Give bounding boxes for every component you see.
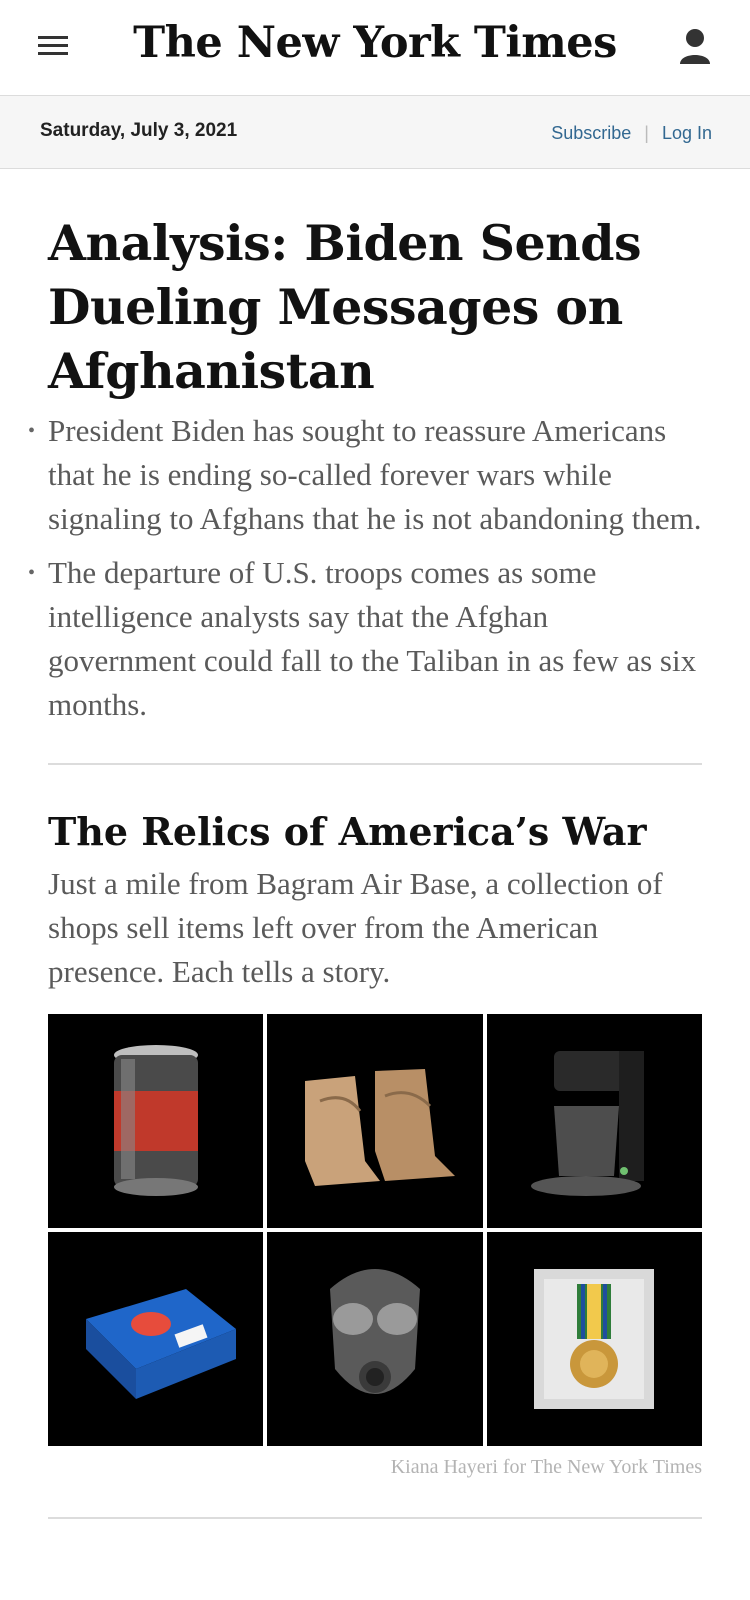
auth-links: Subscribe | Log In [551,123,712,144]
date-bar: Saturday, July 3, 2021 Subscribe | Log In [0,96,750,169]
photo-soda-can[interactable] [48,1014,264,1228]
soda-can-icon [113,1045,198,1196]
photo-grid [48,1014,702,1446]
user-account-icon[interactable] [678,28,712,66]
login-link[interactable]: Log In [662,123,712,143]
boots-icon [304,1069,455,1186]
summary-item: The departure of U.S. troops comes as so… [28,551,702,727]
medal-icon [534,1269,655,1409]
main-content: Analysis: Biden Sends Dueling Messages o… [0,211,750,1519]
pastry-box-icon [85,1289,236,1399]
photo-pop-tarts-box[interactable] [48,1232,264,1446]
photo-service-medal[interactable] [486,1232,702,1446]
feature-dek: Just a mile from Bagram Air Base, a coll… [48,866,663,989]
top-navigation-bar: The New York Times [0,0,750,96]
gas-mask-icon [329,1269,420,1394]
section-divider [48,763,702,765]
current-date: Saturday, July 3, 2021 [40,120,238,141]
photo-coffee-maker[interactable] [486,1014,702,1228]
photo-credit: Kiana Hayeri for The New York Times [390,1456,702,1478]
section-divider [48,1517,702,1519]
feature-title[interactable]: The Relics of America’s War [48,809,702,854]
subscribe-link[interactable]: Subscribe [551,123,631,143]
auth-separator: | [644,123,649,143]
article-headline[interactable]: Analysis: Biden Sends Dueling Messages o… [48,211,702,403]
photo-gas-mask[interactable] [267,1232,483,1446]
coffee-maker-icon [531,1051,645,1196]
summary-item: President Biden has sought to reassure A… [28,409,702,541]
article-summary-list: President Biden has sought to reassure A… [28,409,702,727]
masthead-logo[interactable]: The New York Times [0,18,750,68]
photo-combat-boots[interactable] [267,1014,483,1228]
